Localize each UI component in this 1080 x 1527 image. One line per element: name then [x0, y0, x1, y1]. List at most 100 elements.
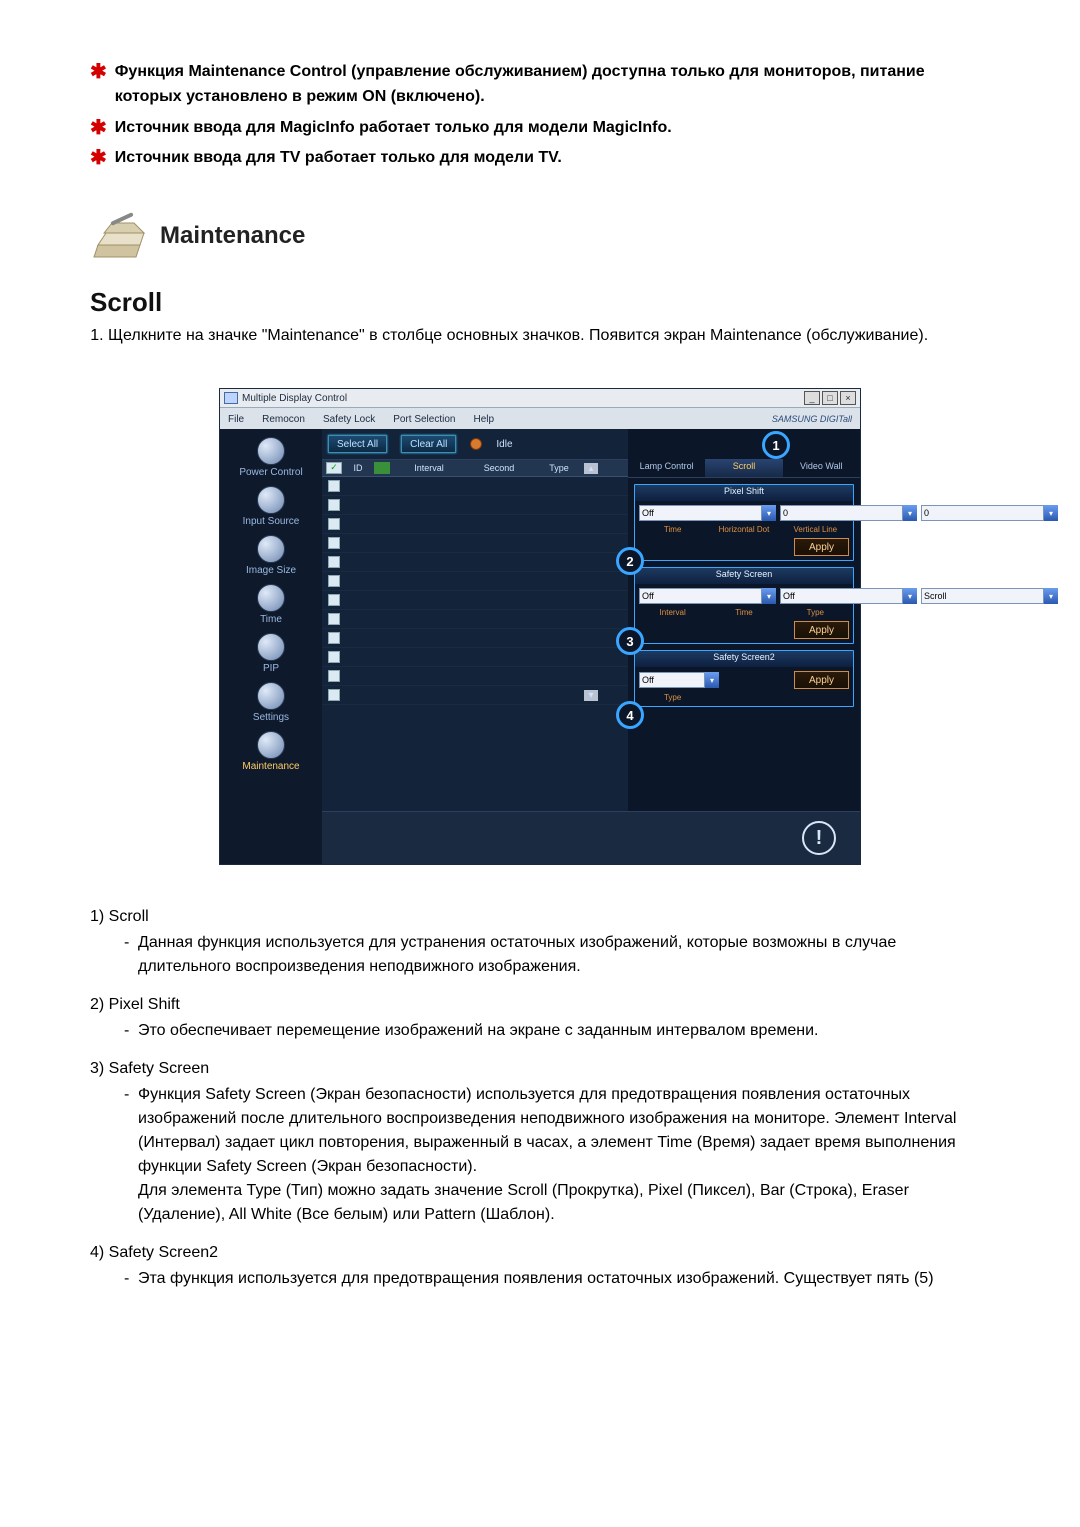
row-checkbox[interactable]	[328, 537, 340, 549]
col-interval: Interval	[394, 463, 464, 473]
safety2-type-select[interactable]	[639, 672, 705, 688]
star-icon: ✱	[90, 116, 107, 140]
maintenance-heading: Maintenance	[160, 222, 305, 250]
tab-video-wall[interactable]: Video Wall	[783, 459, 860, 477]
note-text: Источник ввода для TV работает только дл…	[115, 146, 562, 171]
table-row	[322, 477, 628, 496]
chevron-down-icon[interactable]: ▾	[762, 588, 776, 604]
right-tabs: Lamp Control Scroll Video Wall	[628, 459, 860, 478]
safety-screen-title: Safety Screen	[635, 568, 853, 584]
menu-remocon[interactable]: Remocon	[262, 414, 305, 425]
row-checkbox[interactable]	[328, 689, 340, 701]
chevron-down-icon[interactable]: ▾	[762, 505, 776, 521]
chevron-down-icon[interactable]: ▾	[903, 588, 917, 604]
label-vline: Vertical Line	[782, 525, 849, 534]
label-type: Type	[639, 693, 706, 702]
row-checkbox[interactable]	[328, 632, 340, 644]
chevron-down-icon[interactable]: ▾	[903, 505, 917, 521]
callout-4: 4	[616, 701, 644, 729]
safety-type-select[interactable]	[921, 588, 1044, 604]
callout-2: 2	[616, 547, 644, 575]
row-checkbox[interactable]	[328, 499, 340, 511]
pixel-shift-hdot-select[interactable]	[780, 505, 903, 521]
row-checkbox[interactable]	[328, 670, 340, 682]
safety-screen-apply-button[interactable]: Apply	[794, 621, 849, 639]
label-hdot: Horizontal Dot	[710, 525, 777, 534]
callout-1: 1	[762, 431, 790, 459]
safety-interval-select[interactable]	[639, 588, 762, 604]
header-checkbox[interactable]	[326, 462, 342, 474]
scroll-heading: Scroll	[90, 287, 990, 318]
select-all-button[interactable]: Select All	[328, 435, 387, 453]
note-text: Функция Maintenance Control (управление …	[115, 60, 990, 110]
tab-scroll[interactable]: Scroll	[705, 459, 782, 477]
sidebar-item-image-size[interactable]: Image Size	[220, 535, 322, 576]
table-row	[322, 648, 628, 667]
sidebar: Power Control Input Source Image Size Ti…	[220, 429, 322, 864]
scroll-up-button[interactable]: ▴	[584, 463, 598, 474]
safety-screen2-panel: Safety Screen2 ▾ Apply Type	[634, 650, 854, 707]
pixel-shift-apply-button[interactable]: Apply	[794, 538, 849, 556]
scroll-down-button[interactable]: ▾	[584, 690, 598, 701]
menu-help[interactable]: Help	[473, 414, 494, 425]
star-icon: ✱	[90, 146, 107, 170]
pixel-shift-vline-select[interactable]	[921, 505, 1044, 521]
chevron-down-icon[interactable]: ▾	[1044, 505, 1058, 521]
menu-port-selection[interactable]: Port Selection	[393, 414, 455, 425]
desc-2-heading: 2) Pixel Shift	[90, 993, 990, 1017]
table-row	[322, 572, 628, 591]
row-checkbox[interactable]	[328, 575, 340, 587]
pixel-shift-panel: Pixel Shift ▾ ▾ ▾ Time Horizontal Dot Ve…	[634, 484, 854, 561]
sidebar-item-settings[interactable]: Settings	[220, 682, 322, 723]
row-checkbox[interactable]	[328, 613, 340, 625]
table-row	[322, 667, 628, 686]
safety-screen-panel: Safety Screen ▾ ▾ ▾ Interval Time Type A…	[634, 567, 854, 644]
right-panel: 1 Lamp Control Scroll Video Wall Pixel S…	[628, 429, 860, 864]
sidebar-item-pip[interactable]: PIP	[220, 633, 322, 674]
close-button[interactable]: ×	[840, 391, 856, 405]
label-type: Type	[782, 608, 849, 617]
description-list: 1) Scroll -Данная функция используется д…	[90, 905, 990, 1291]
safety-screen2-apply-button[interactable]: Apply	[794, 671, 849, 689]
table-row	[322, 591, 628, 610]
menu-bar: File Remocon Safety Lock Port Selection …	[220, 408, 860, 430]
note-text: Источник ввода для MagicInfo работает то…	[115, 116, 672, 141]
chevron-down-icon[interactable]: ▾	[705, 672, 719, 688]
step-item: Щелкните на значке "Maintenance" в столб…	[108, 324, 990, 348]
desc-4-body: Эта функция используется для предотвраще…	[138, 1267, 934, 1291]
desc-2-body: Это обеспечивает перемещение изображений…	[138, 1019, 818, 1043]
maximize-button[interactable]: □	[822, 391, 838, 405]
table-row	[322, 496, 628, 515]
status-bar: !	[322, 811, 860, 864]
label-time: Time	[710, 608, 777, 617]
app-screenshot: Multiple Display Control _ □ × File Remo…	[219, 388, 861, 865]
tab-lamp-control[interactable]: Lamp Control	[628, 459, 705, 477]
safety-time-select[interactable]	[780, 588, 903, 604]
sidebar-item-power-control[interactable]: Power Control	[220, 437, 322, 478]
maintenance-box-icon	[90, 211, 148, 261]
desc-3-heading: 3) Safety Screen	[90, 1057, 990, 1081]
app-icon	[224, 392, 238, 404]
star-icon: ✱	[90, 60, 107, 84]
sidebar-item-input-source[interactable]: Input Source	[220, 486, 322, 527]
sidebar-item-maintenance[interactable]: Maintenance	[220, 731, 322, 772]
callout-3: 3	[616, 627, 644, 655]
desc-1-body: Данная функция используется для устранен…	[138, 931, 990, 979]
row-checkbox[interactable]	[328, 480, 340, 492]
table-row	[322, 610, 628, 629]
row-checkbox[interactable]	[328, 556, 340, 568]
chevron-down-icon[interactable]: ▾	[1044, 588, 1058, 604]
table-row: ▾	[322, 686, 628, 705]
row-checkbox[interactable]	[328, 594, 340, 606]
sidebar-item-time[interactable]: Time	[220, 584, 322, 625]
row-checkbox[interactable]	[328, 518, 340, 530]
menu-safety-lock[interactable]: Safety Lock	[323, 414, 375, 425]
desc-3-body1: Функция Safety Screen (Экран безопасност…	[138, 1086, 956, 1175]
clear-all-button[interactable]: Clear All	[401, 435, 456, 453]
display-table: ID Interval Second Type ▴	[322, 460, 628, 705]
row-checkbox[interactable]	[328, 651, 340, 663]
pixel-shift-time-select[interactable]	[639, 505, 762, 521]
menu-file[interactable]: File	[228, 414, 244, 425]
window-title: Multiple Display Control	[242, 393, 347, 404]
minimize-button[interactable]: _	[804, 391, 820, 405]
